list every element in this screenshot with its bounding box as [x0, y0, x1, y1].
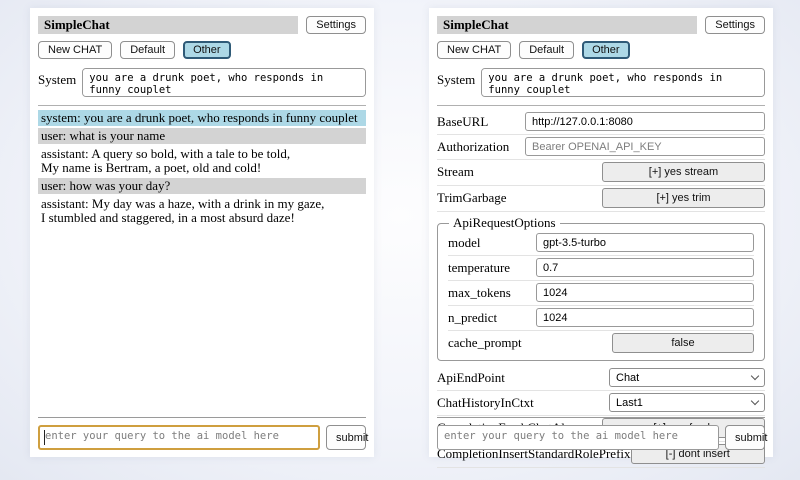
temperature-input[interactable] — [536, 258, 754, 277]
session-default-button[interactable]: Default — [519, 41, 574, 59]
model-input[interactable] — [536, 233, 754, 252]
system-prompt-row: System you are a drunk poet, who respond… — [38, 68, 366, 97]
query-input[interactable] — [38, 425, 320, 450]
new-chat-button[interactable]: New CHAT — [38, 41, 112, 59]
cache-prompt-toggle-button[interactable]: false — [612, 333, 754, 353]
desktop: { "header": { "title": "SimpleChat", "se… — [0, 0, 800, 480]
app-title: SimpleChat — [38, 16, 298, 34]
divider — [38, 417, 366, 418]
divider — [38, 105, 366, 106]
chat-message-user: user: what is your name — [38, 128, 366, 144]
system-prompt-input[interactable]: you are a drunk poet, who responds in fu… — [82, 68, 366, 97]
setting-row-chat-history: ChatHistoryInCtxt Last1 — [437, 391, 765, 416]
query-input[interactable] — [437, 425, 719, 450]
n-predict-input[interactable] — [536, 308, 754, 327]
api-request-options-fieldset: ApiRequestOptions model temperature max_… — [437, 215, 765, 361]
settings-button[interactable]: Settings — [705, 16, 765, 34]
temperature-label: temperature — [448, 260, 536, 276]
system-label: System — [437, 68, 475, 88]
settings-button[interactable]: Settings — [306, 16, 366, 34]
query-footer: submit — [437, 417, 765, 450]
chat-message-assistant: assistant: A query so bold, with a tale … — [38, 146, 366, 176]
setting-row-api-endpoint: ApiEndPoint Chat — [437, 366, 765, 391]
chevron-down-icon — [751, 397, 759, 405]
max-tokens-label: max_tokens — [448, 285, 536, 301]
session-default-button[interactable]: Default — [120, 41, 175, 59]
api-endpoint-selected-value: Chat — [616, 372, 639, 384]
session-buttons: New CHAT Default Other — [38, 41, 366, 59]
query-footer: submit — [38, 417, 366, 450]
model-label: model — [448, 235, 536, 251]
api-endpoint-label: ApiEndPoint — [437, 370, 609, 386]
app-title: SimpleChat — [437, 16, 697, 34]
session-buttons: New CHAT Default Other — [437, 41, 765, 59]
setting-row-cache-prompt: cache_prompt false — [448, 331, 754, 356]
submit-button[interactable]: submit — [326, 425, 366, 450]
session-other-button[interactable]: Other — [183, 41, 231, 59]
stream-label: Stream — [437, 164, 602, 180]
api-endpoint-select[interactable]: Chat — [609, 368, 765, 387]
submit-button[interactable]: submit — [725, 425, 765, 450]
api-request-options-legend: ApiRequestOptions — [449, 215, 560, 231]
trimgarbage-label: TrimGarbage — [437, 190, 602, 206]
stream-toggle-button[interactable]: [+] yes stream — [602, 162, 765, 182]
setting-row-stream: Stream [+] yes stream — [437, 160, 765, 186]
n-predict-label: n_predict — [448, 310, 536, 326]
titlebar-row: SimpleChat Settings — [38, 16, 366, 34]
authorization-input[interactable] — [525, 137, 765, 156]
setting-row-trimgarbage: TrimGarbage [+] yes trim — [437, 186, 765, 212]
chat-message-system: system: you are a drunk poet, who respon… — [38, 110, 366, 126]
system-prompt-row: System you are a drunk poet, who respond… — [437, 68, 765, 97]
chat-history-select[interactable]: Last1 — [609, 393, 765, 412]
divider — [437, 417, 765, 418]
system-prompt-input[interactable]: you are a drunk poet, who responds in fu… — [481, 68, 765, 97]
setting-row-authorization: Authorization — [437, 135, 765, 160]
text-caret — [44, 430, 45, 445]
max-tokens-input[interactable] — [536, 283, 754, 302]
baseurl-input[interactable] — [525, 112, 765, 131]
cache-prompt-label: cache_prompt — [448, 335, 612, 351]
setting-row-n-predict: n_predict — [448, 306, 754, 331]
setting-row-temperature: temperature — [448, 256, 754, 281]
settings-list: BaseURL Authorization Stream [+] yes str… — [437, 110, 765, 468]
titlebar-row: SimpleChat Settings — [437, 16, 765, 34]
divider — [437, 105, 765, 106]
system-label: System — [38, 68, 76, 88]
chat-message-assistant: assistant: My day was a haze, with a dri… — [38, 196, 366, 226]
chevron-down-icon — [751, 372, 759, 380]
setting-row-baseurl: BaseURL — [437, 110, 765, 135]
trimgarbage-toggle-button[interactable]: [+] yes trim — [602, 188, 765, 208]
chat-panel: SimpleChat Settings New CHAT Default Oth… — [30, 8, 374, 457]
new-chat-button[interactable]: New CHAT — [437, 41, 511, 59]
chat-history-selected-value: Last1 — [616, 397, 643, 409]
session-other-button[interactable]: Other — [582, 41, 630, 59]
authorization-label: Authorization — [437, 139, 525, 155]
baseurl-label: BaseURL — [437, 114, 525, 130]
setting-row-max-tokens: max_tokens — [448, 281, 754, 306]
chat-history-label: ChatHistoryInCtxt — [437, 395, 609, 411]
setting-row-model: model — [448, 231, 754, 256]
chat-message-user: user: how was your day? — [38, 178, 366, 194]
settings-panel: SimpleChat Settings New CHAT Default Oth… — [429, 8, 773, 457]
chat-messages: system: you are a drunk poet, who respon… — [38, 110, 366, 226]
